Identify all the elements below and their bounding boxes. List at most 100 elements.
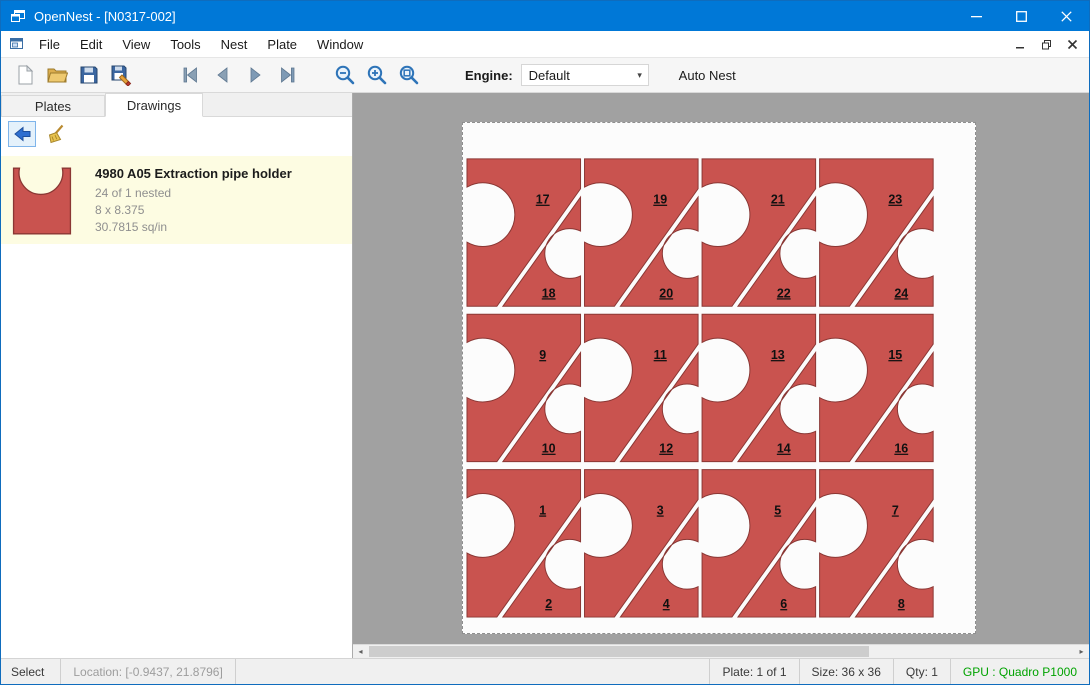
zoom-fit-button[interactable]	[393, 60, 425, 90]
part-number: 10	[542, 442, 556, 456]
drawing-dimensions: 8 x 8.375	[95, 202, 292, 219]
part-number: 23	[888, 193, 902, 207]
document-window-icon	[9, 36, 25, 52]
gpu-status: GPU : Quadro P1000	[950, 659, 1089, 684]
part-number: 1	[539, 503, 546, 517]
part-number: 17	[536, 193, 550, 207]
engine-label: Engine:	[465, 68, 513, 83]
nav-first-button[interactable]	[175, 60, 207, 90]
save-button[interactable]	[73, 60, 105, 90]
part-pair[interactable]: 34	[585, 470, 699, 617]
window-title: OpenNest - [N0317-002]	[34, 9, 176, 24]
part-number: 13	[771, 348, 785, 362]
scrollbar-thumb[interactable]	[369, 646, 869, 657]
zoom-out-button[interactable]	[329, 60, 361, 90]
scroll-left-icon[interactable]: ◂	[353, 645, 368, 658]
child-restore-icon	[1040, 38, 1053, 51]
part-pair[interactable]: 21 22	[702, 159, 816, 306]
child-restore-button[interactable]	[1033, 34, 1059, 54]
drawing-nested-count: 24 of 1 nested	[95, 185, 292, 202]
open-folder-icon	[46, 64, 68, 86]
part-pair[interactable]: 56	[702, 470, 816, 617]
menu-item-plate[interactable]: Plate	[257, 31, 307, 57]
plate-svg[interactable]: 171819202122232491011121314151612345678	[463, 123, 975, 633]
broom-icon	[46, 124, 66, 144]
part-number: 15	[888, 348, 902, 362]
app-icon	[10, 8, 26, 24]
engine-select[interactable]: Default ▾	[521, 64, 649, 86]
close-icon	[1061, 11, 1072, 22]
cursor-location-status: Location: [-0.9437, 21.8796]	[61, 659, 235, 684]
nav-last-button[interactable]	[271, 60, 303, 90]
part-pair[interactable]: 910	[467, 314, 581, 461]
zoom-fit-icon	[397, 63, 421, 87]
save-as-button[interactable]	[105, 60, 137, 90]
new-document-icon	[14, 64, 36, 86]
menu-item-file[interactable]: File	[29, 31, 70, 57]
load-drawing-icon	[12, 124, 32, 144]
tab-drawings[interactable]: Drawings	[105, 93, 203, 117]
menu-item-view[interactable]: View	[112, 31, 160, 57]
part-pair[interactable]: 1920	[585, 159, 699, 306]
window-close-button[interactable]	[1044, 1, 1089, 31]
tab-plates[interactable]: Plates	[1, 95, 105, 116]
scroll-right-icon[interactable]: ▸	[1074, 645, 1089, 658]
nesting-canvas[interactable]: 171819202122232491011121314151612345678 …	[353, 93, 1089, 658]
part-number: 18	[542, 286, 556, 300]
part-number: 4	[663, 597, 670, 611]
part-number: 22	[777, 286, 791, 300]
sidebar-tabbar: Plates Drawings	[1, 93, 352, 117]
drawing-info: 4980 A05 Extraction pipe holder 24 of 1 …	[95, 164, 292, 236]
save-icon	[78, 64, 100, 86]
menu-item-window[interactable]: Window	[307, 31, 373, 57]
zoom-in-icon	[365, 63, 389, 87]
part-pair[interactable]: 78	[820, 470, 934, 617]
part-number: 16	[894, 442, 908, 456]
status-bar: Select Location: [-0.9437, 21.8796] Plat…	[1, 658, 1089, 684]
part-thumbnail	[11, 166, 73, 236]
menu-item-nest[interactable]: Nest	[211, 31, 258, 57]
nav-first-icon	[179, 63, 203, 87]
new-document-button[interactable]	[9, 60, 41, 90]
clean-drawings-button[interactable]	[42, 121, 70, 147]
part-pair[interactable]: 12	[467, 470, 581, 617]
part-number: 3	[657, 503, 664, 517]
part-number: 21	[771, 193, 785, 207]
save-edit-icon	[110, 64, 132, 86]
window-maximize-button[interactable]	[999, 1, 1044, 31]
sidebar: Plates Drawings	[1, 93, 353, 658]
menu-items: FileEditViewToolsNestPlateWindow	[29, 31, 373, 57]
window-minimize-button[interactable]	[954, 1, 999, 31]
nav-last-icon	[275, 63, 299, 87]
menu-bar: FileEditViewToolsNestPlateWindow	[1, 31, 1089, 58]
maximize-icon	[1016, 11, 1027, 22]
zoom-in-button[interactable]	[361, 60, 393, 90]
drawing-area: 30.7815 sq/in	[95, 219, 292, 236]
open-file-button[interactable]	[41, 60, 73, 90]
part-pair[interactable]: 1112	[585, 314, 699, 461]
plate[interactable]: 171819202122232491011121314151612345678	[462, 122, 976, 634]
part-number: 12	[659, 442, 673, 456]
drawing-list-item[interactable]: 4980 A05 Extraction pipe holder 24 of 1 …	[1, 156, 352, 244]
horizontal-scrollbar[interactable]: ◂ ▸	[353, 644, 1089, 658]
part-pair[interactable]: 1314	[702, 314, 816, 461]
part-number: 19	[653, 193, 667, 207]
qty-status: Qty: 1	[893, 659, 950, 684]
child-close-button[interactable]	[1059, 34, 1085, 54]
part-number: 20	[659, 286, 673, 300]
drawing-meta: 24 of 1 nested 8 x 8.375 30.7815 sq/in	[95, 185, 292, 236]
menu-item-edit[interactable]: Edit	[70, 31, 112, 57]
part-number: 24	[894, 286, 908, 300]
auto-nest-button[interactable]: Auto Nest	[671, 64, 744, 87]
part-pair[interactable]: 1718	[467, 159, 581, 306]
nav-next-button[interactable]	[239, 60, 271, 90]
part-pair[interactable]: 23 24	[820, 159, 934, 306]
part-pair[interactable]: 1516	[820, 314, 934, 461]
child-minimize-button[interactable]	[1007, 34, 1033, 54]
nav-previous-button[interactable]	[207, 60, 239, 90]
part-number: 2	[545, 597, 552, 611]
part-number: 8	[898, 597, 905, 611]
main-toolbar: Engine: Default ▾ Auto Nest	[1, 58, 1089, 93]
load-drawing-button[interactable]	[8, 121, 36, 147]
menu-item-tools[interactable]: Tools	[160, 31, 210, 57]
